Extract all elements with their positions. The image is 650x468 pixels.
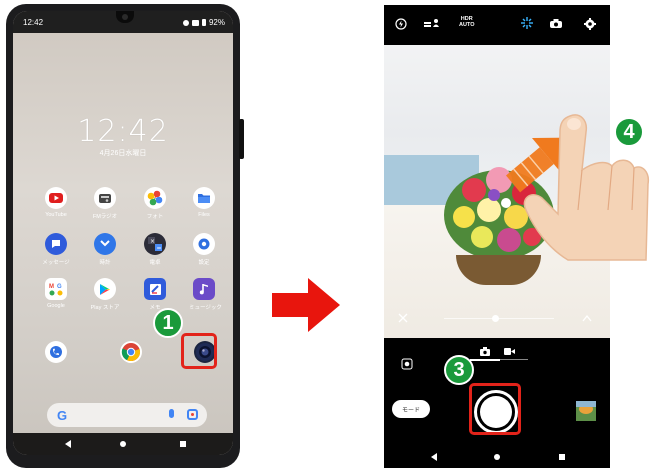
play-store-icon	[94, 278, 116, 300]
phone-icon	[45, 341, 67, 363]
app-files[interactable]: Files	[189, 187, 219, 218]
home-icon[interactable]	[120, 441, 126, 447]
switch-camera-icon[interactable]	[549, 18, 563, 29]
battery-icon	[201, 19, 206, 26]
shutter-highlight-box	[469, 383, 521, 435]
chevron-up-icon[interactable]	[582, 314, 592, 322]
google-lens-icon[interactable]	[187, 409, 198, 420]
settings-gear-icon[interactable]	[584, 18, 596, 30]
status-time: 12:42	[23, 18, 44, 27]
app-youtube[interactable]: YouTube	[41, 187, 71, 218]
status-icons: 92%	[182, 18, 225, 27]
navigation-bar	[13, 433, 233, 455]
gallery-thumbnail[interactable]	[576, 401, 596, 421]
app-label: ミュージック	[189, 305, 222, 311]
app-google-folder[interactable]: MG Google	[41, 278, 71, 309]
svg-text:G: G	[57, 284, 62, 290]
svg-text:×: ×	[150, 238, 155, 245]
app-clock[interactable]: 時計	[90, 233, 120, 266]
notes-icon	[144, 278, 166, 300]
side-button	[239, 119, 244, 159]
effect-sparkle-icon[interactable]	[521, 17, 533, 29]
flash-icon[interactable]	[395, 18, 407, 30]
app-label: 電卓	[149, 260, 161, 266]
youtube-icon	[45, 187, 67, 209]
settings-icon	[193, 233, 215, 255]
mode-button[interactable]: モード	[392, 400, 430, 418]
app-notes[interactable]: メモ	[140, 278, 170, 311]
next-arrow-icon	[272, 278, 340, 332]
lens-switch-icon[interactable]	[401, 358, 413, 370]
app-label: メッセージ	[42, 260, 70, 266]
app-photos[interactable]: フォト	[140, 187, 170, 220]
dock-phone[interactable]	[41, 341, 71, 363]
clock-icon	[94, 233, 116, 255]
google-search-bar[interactable]: G	[47, 403, 207, 427]
navigation-bar	[384, 445, 610, 468]
hdr-auto-label: AUTO	[459, 22, 475, 28]
app-music[interactable]: ミュージック	[189, 278, 222, 311]
home-icon[interactable]	[494, 454, 500, 460]
microphone-icon[interactable]	[169, 409, 174, 418]
app-label: Google	[47, 303, 65, 309]
app-label: Play ストア	[90, 305, 120, 311]
app-label: フォト	[146, 214, 164, 220]
camera-highlight-box	[181, 333, 217, 369]
step-1-badge: 1	[153, 308, 183, 338]
photo-mode-icon[interactable]	[480, 347, 490, 356]
hdr-auto-indicator[interactable]: HDR AUTO	[459, 16, 474, 28]
home-screen-phone: 12:42 92% 12:42 4月26日水曜日 YouTube FMラジオ フ…	[6, 4, 244, 468]
clock-widget-time: 12:42	[77, 114, 169, 149]
wifi-icon	[191, 19, 199, 26]
camera-top-bar: HDR AUTO	[384, 5, 610, 45]
app-label: YouTube	[45, 212, 67, 218]
calculator-icon: × =	[144, 233, 166, 255]
chrome-icon	[120, 341, 142, 363]
mode-tabs	[470, 347, 528, 361]
tutorial-figure: 12:42 92% 12:42 4月26日水曜日 YouTube FMラジオ フ…	[0, 0, 650, 468]
zoom-slider-thumb[interactable]	[492, 315, 499, 322]
back-icon[interactable]	[65, 440, 71, 448]
step-3-badge: 3	[444, 355, 474, 385]
app-label: FMラジオ	[92, 214, 118, 220]
svg-text:=: =	[157, 245, 162, 251]
back-icon[interactable]	[431, 453, 437, 461]
dock-chrome[interactable]	[116, 341, 146, 363]
alarm-icon	[182, 19, 189, 26]
step-4-badge: 4	[614, 117, 644, 147]
app-messages[interactable]: メッセージ	[41, 233, 71, 266]
messages-icon	[45, 233, 67, 255]
battery-level: 92%	[208, 18, 225, 27]
google-folder-icon: MG	[45, 278, 67, 300]
zoom-slider-track[interactable]	[444, 318, 554, 319]
clock-widget-date: 4月26日水曜日	[99, 150, 147, 157]
google-logo-icon: G	[57, 408, 68, 423]
music-icon	[193, 278, 215, 300]
app-calculator[interactable]: × = 電卓	[140, 233, 170, 266]
svg-text:M: M	[49, 284, 54, 290]
fm-radio-icon	[94, 187, 116, 209]
recent-apps-icon[interactable]	[559, 454, 565, 460]
app-label: 設定	[198, 260, 210, 266]
scene-mode-icon[interactable]	[424, 18, 440, 28]
app-label: 時計	[99, 260, 111, 266]
home-screen: 12:42 92% 12:42 4月26日水曜日 YouTube FMラジオ フ…	[13, 11, 233, 455]
recent-apps-icon[interactable]	[180, 441, 186, 447]
video-mode-icon[interactable]	[504, 348, 515, 355]
mode-track	[500, 359, 528, 360]
photos-icon	[144, 187, 166, 209]
app-settings[interactable]: 設定	[189, 233, 219, 266]
app-label: Files	[198, 212, 210, 218]
mode-underline	[470, 359, 500, 361]
zoom-control-row	[384, 307, 610, 331]
app-fm-radio[interactable]: FMラジオ	[90, 187, 120, 220]
files-icon	[193, 187, 215, 209]
app-play-store[interactable]: Play ストア	[90, 278, 120, 311]
close-icon[interactable]	[398, 313, 408, 323]
